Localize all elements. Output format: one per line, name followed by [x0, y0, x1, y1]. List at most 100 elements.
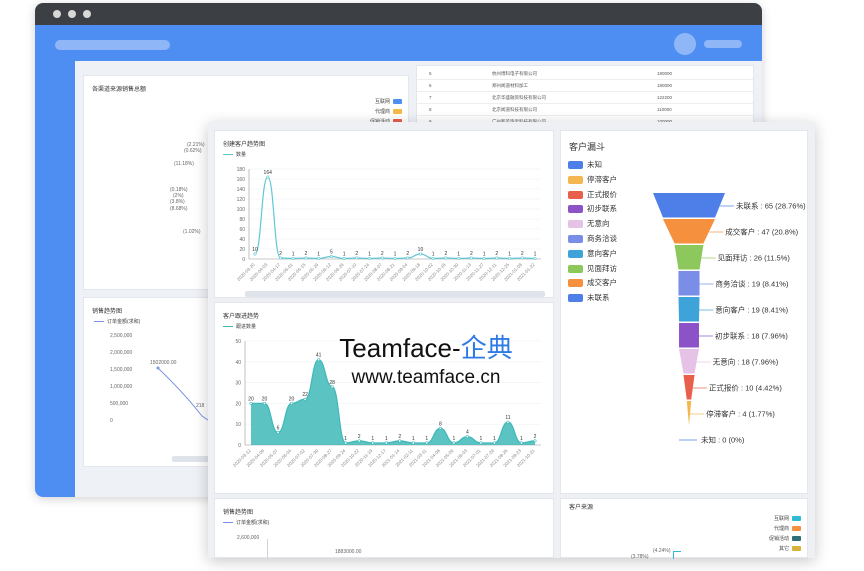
- customer-source-panel: 客户来源 互联网 代理商 促销活动 其它 (4.24%) (3.78%): [560, 498, 808, 560]
- data-label: 20: [262, 396, 268, 402]
- funnel-segment: [686, 401, 692, 426]
- y-tick-label: 1,000,000: [110, 384, 133, 390]
- table-row[interactable]: 5 杭州博科电子有限公司 180000: [417, 68, 753, 80]
- data-point: [533, 439, 537, 443]
- legend-item[interactable]: 跟进数量: [223, 323, 256, 330]
- window-maximize-dot[interactable]: [83, 10, 91, 18]
- data-label: 20: [248, 396, 254, 402]
- y-tick-label: 0: [238, 443, 241, 449]
- funnel-segment: [662, 219, 716, 244]
- header-placeholder-bar: [55, 40, 170, 50]
- data-label: 20: [289, 396, 295, 402]
- data-point: [276, 431, 280, 435]
- data-label: 1883000.00: [335, 549, 362, 555]
- data-point: [380, 256, 384, 260]
- data-label: 2: [406, 251, 409, 257]
- legend-item[interactable]: 其它: [779, 545, 801, 552]
- data-point: [444, 256, 448, 260]
- app-header: [35, 25, 762, 61]
- sales-trend-panel: 销售趋势图 订单金额(求和) 2,600,000 1883000.00: [214, 498, 554, 559]
- funnel-stage-label: 商务洽谈 : 19 (8.41%): [716, 279, 789, 289]
- data-label: 5: [330, 250, 333, 256]
- funnel-segment: [678, 297, 700, 322]
- data-point: [371, 441, 375, 445]
- data-label: 2: [358, 434, 361, 440]
- table-row[interactable]: 6 郑州闻道材料加工 180000: [417, 80, 753, 92]
- window-titlebar: [35, 3, 762, 25]
- data-point: [520, 256, 524, 260]
- funnel-stage-label: 初步联系 : 18 (7.96%): [715, 331, 788, 341]
- data-point: [411, 441, 415, 445]
- legend-item[interactable]: 互联网: [375, 98, 402, 105]
- legend-item[interactable]: 促销活动: [769, 535, 801, 542]
- legend-item[interactable]: 代理商: [774, 525, 801, 532]
- user-name-placeholder[interactable]: [704, 40, 742, 48]
- y-tick-label: 20: [235, 401, 241, 407]
- data-label: 1: [520, 436, 523, 442]
- funnel-segment: [674, 245, 704, 270]
- data-label: 10: [252, 247, 258, 253]
- data-point: [291, 257, 295, 261]
- data-label: 1: [412, 436, 415, 442]
- y-tick-label: 0: [242, 257, 245, 263]
- window-close-dot[interactable]: [53, 10, 61, 18]
- data-point: [317, 358, 321, 362]
- table-row[interactable]: 8 北京闻道科技有限公司 110000: [417, 104, 753, 116]
- data-point: [492, 441, 496, 445]
- data-point: [368, 257, 372, 261]
- legend-item[interactable]: 代理商: [375, 108, 402, 115]
- horizontal-scrollbar[interactable]: [245, 291, 545, 297]
- y-tick-label: 60: [239, 227, 245, 233]
- data-label: 1: [483, 252, 486, 258]
- data-label: 1: [452, 436, 455, 442]
- data-label: 6: [277, 426, 280, 432]
- data-label: 2: [495, 251, 498, 257]
- data-point: [452, 441, 456, 445]
- data-label: 1: [371, 436, 374, 442]
- data-point: [406, 256, 410, 260]
- y-tick-label: 180: [237, 167, 246, 173]
- watermark-url: www.teamface.cn: [351, 367, 501, 388]
- legend-item[interactable]: 订单金额(求和): [94, 318, 140, 325]
- funnel-stage-label: 无意向 : 18 (7.96%): [713, 357, 779, 367]
- data-point: [263, 401, 267, 405]
- watermark: Teamface-企典 www.teamface.cn: [326, 328, 526, 389]
- table-row[interactable]: 7 北京华盛融资科技有限公司 122200: [417, 92, 753, 104]
- y-tick-label: 40: [239, 237, 245, 243]
- data-point: [495, 256, 499, 260]
- legend-item[interactable]: 互联网: [774, 515, 801, 522]
- data-label: 1: [457, 252, 460, 258]
- funnel-stage-label: 未知 : 0 (0%): [701, 435, 745, 445]
- data-label: 2: [470, 251, 473, 257]
- data-point: [384, 441, 388, 445]
- screenshot-stage: 各渠道来源销售总额 互联网 代理商 促销活动 (2.21%) (0.62%) (…: [0, 0, 864, 571]
- legend-item[interactable]: 数量: [223, 151, 246, 158]
- pie-pct-label: (11.18%): [174, 161, 194, 167]
- data-point: [278, 256, 282, 260]
- data-point: [398, 439, 402, 443]
- data-label: 8: [439, 421, 442, 427]
- data-label: 1: [344, 436, 347, 442]
- data-point: [438, 426, 442, 430]
- avatar[interactable]: [674, 33, 696, 55]
- data-point: [344, 441, 348, 445]
- data-label: 1: [317, 252, 320, 258]
- window-minimize-dot[interactable]: [68, 10, 76, 18]
- y-tick-label: 40: [235, 360, 241, 366]
- pie-pct-label: (0.62%): [184, 148, 202, 154]
- data-point: [253, 252, 257, 256]
- y-tick-label: 2,000,000: [110, 350, 133, 356]
- pie-pct-label: (3.8%): [170, 199, 185, 205]
- funnel-stage-label: 正式报价 : 10 (4.42%): [709, 383, 782, 393]
- y-tick-label: 160: [237, 177, 246, 183]
- funnel-segment: [683, 375, 695, 400]
- legend-item[interactable]: 订单金额(求和): [223, 519, 269, 526]
- data-point: [418, 252, 422, 256]
- panel-title: 客户跟进趋势: [223, 314, 260, 320]
- data-point: [425, 441, 429, 445]
- funnel-stage-label: 停滞客户 : 4 (1.77%): [706, 409, 775, 419]
- data-label: 1: [385, 436, 388, 442]
- data-label: 1: [493, 436, 496, 442]
- y-tick-label: 140: [237, 187, 246, 193]
- funnel-stage-label: 未联系 : 65 (28.76%): [736, 201, 806, 211]
